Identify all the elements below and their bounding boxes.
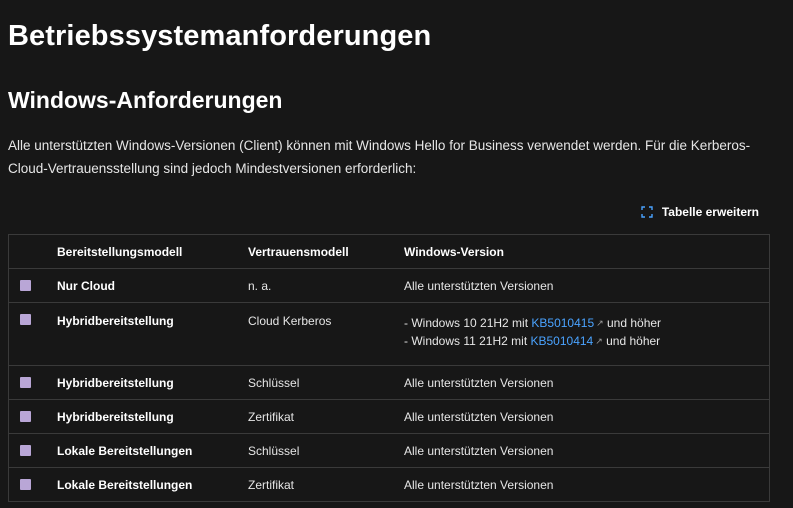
expand-icon xyxy=(641,206,653,218)
cell-windows-version: Alle unterstützten Versionen xyxy=(404,399,769,434)
intro-paragraph: Alle unterstützten Windows-Versionen (Cl… xyxy=(8,138,751,176)
kb-link[interactable]: KB5010414 xyxy=(531,334,594,348)
header-windows-version: Windows-Version xyxy=(404,235,769,269)
table-row: Nur Cloud n. a. Alle unterstützten Versi… xyxy=(9,268,769,303)
expand-table-button[interactable]: Tabelle erweitern xyxy=(641,205,759,219)
version-line: - Windows 11 21H2 mit KB5010414 ↗ und höh… xyxy=(404,334,661,348)
table-header-row: Bereitstellungsmodell Vertrauensmodell W… xyxy=(9,235,769,269)
cell-deployment-model: Lokale Bereitstellungen xyxy=(57,477,193,492)
external-link-icon: ↗ xyxy=(596,318,604,328)
table-row: Lokale Bereitstellungen Zertifikat Alle … xyxy=(9,468,769,502)
cell-trust-model: Zertifikat xyxy=(248,399,404,434)
cell-deployment-model: Nur Cloud xyxy=(57,268,248,303)
section-heading: Windows-Anforderungen xyxy=(8,87,283,113)
table-row: Hybridbereitstellung Cloud Kerberos - Wi… xyxy=(9,302,769,366)
cell-trust-model: n. a. xyxy=(248,268,404,303)
row-marker xyxy=(20,479,31,490)
row-marker xyxy=(20,445,31,456)
cell-trust-model: Schlüssel xyxy=(248,365,404,400)
kb-link[interactable]: KB5010415 xyxy=(531,316,594,330)
table-row: Hybridbereitstellung Schlüssel Alle unte… xyxy=(9,365,769,400)
row-marker xyxy=(20,411,31,422)
header-trust-model: Vertrauensmodell xyxy=(248,235,404,269)
cell-deployment-model: Hybridbereitstellung xyxy=(57,399,248,434)
cell-trust-model: Cloud Kerberos xyxy=(248,302,404,366)
cell-windows-version: - Windows 10 21H2 mit KB5010415 ↗ und höh… xyxy=(404,302,769,366)
header-select xyxy=(9,235,57,269)
cell-windows-version: Alle unterstützten Versionen xyxy=(404,477,554,492)
cell-deployment-model: Lokale Bereitstellungen xyxy=(57,433,248,468)
row-marker xyxy=(20,314,31,325)
expand-table-label: Tabelle erweitern xyxy=(661,205,759,219)
version-line: - Windows 10 21H2 mit KB5010415 ↗ und höh… xyxy=(404,316,662,330)
cell-trust-model: Zertifikat xyxy=(248,477,295,492)
cell-trust-model: Schlüssel xyxy=(248,433,404,468)
cell-deployment-model: Hybridbereitstellung xyxy=(57,365,248,400)
header-deployment-model: Bereitstellungsmodell xyxy=(57,235,248,269)
external-link-icon: ↗ xyxy=(595,336,603,346)
row-marker xyxy=(20,377,31,388)
page-title: Betriebssystemanforderungen xyxy=(8,20,432,52)
cell-windows-version: Alle unterstützten Versionen xyxy=(404,268,769,303)
cell-deployment-model: Hybridbereitstellung xyxy=(57,302,248,366)
cell-windows-version: Alle unterstützten Versionen xyxy=(404,433,769,468)
cell-windows-version: Alle unterstützten Versionen xyxy=(404,365,769,400)
requirements-table: Bereitstellungsmodell Vertrauensmodell W… xyxy=(8,234,770,502)
row-marker xyxy=(20,280,31,291)
table-row: Lokale Bereitstellungen Schlüssel Alle u… xyxy=(9,433,769,468)
table-row: Hybridbereitstellung Zertifikat Alle unt… xyxy=(9,399,769,434)
